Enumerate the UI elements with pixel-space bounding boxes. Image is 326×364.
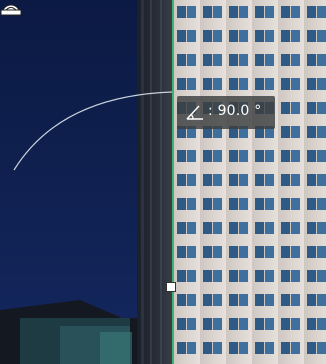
photo-canvas <box>0 0 326 364</box>
selection-edge <box>172 0 174 364</box>
canvas-viewport[interactable]: : 90.0 ° <box>0 0 326 364</box>
angle-value: : 90.0 ° <box>208 103 262 119</box>
angle-icon <box>186 105 203 120</box>
building-facade <box>174 0 326 364</box>
rotate-handle-icon[interactable] <box>0 0 22 16</box>
resize-handle-bottom[interactable] <box>166 282 176 292</box>
angle-readout-tooltip: : 90.0 ° <box>177 96 275 129</box>
